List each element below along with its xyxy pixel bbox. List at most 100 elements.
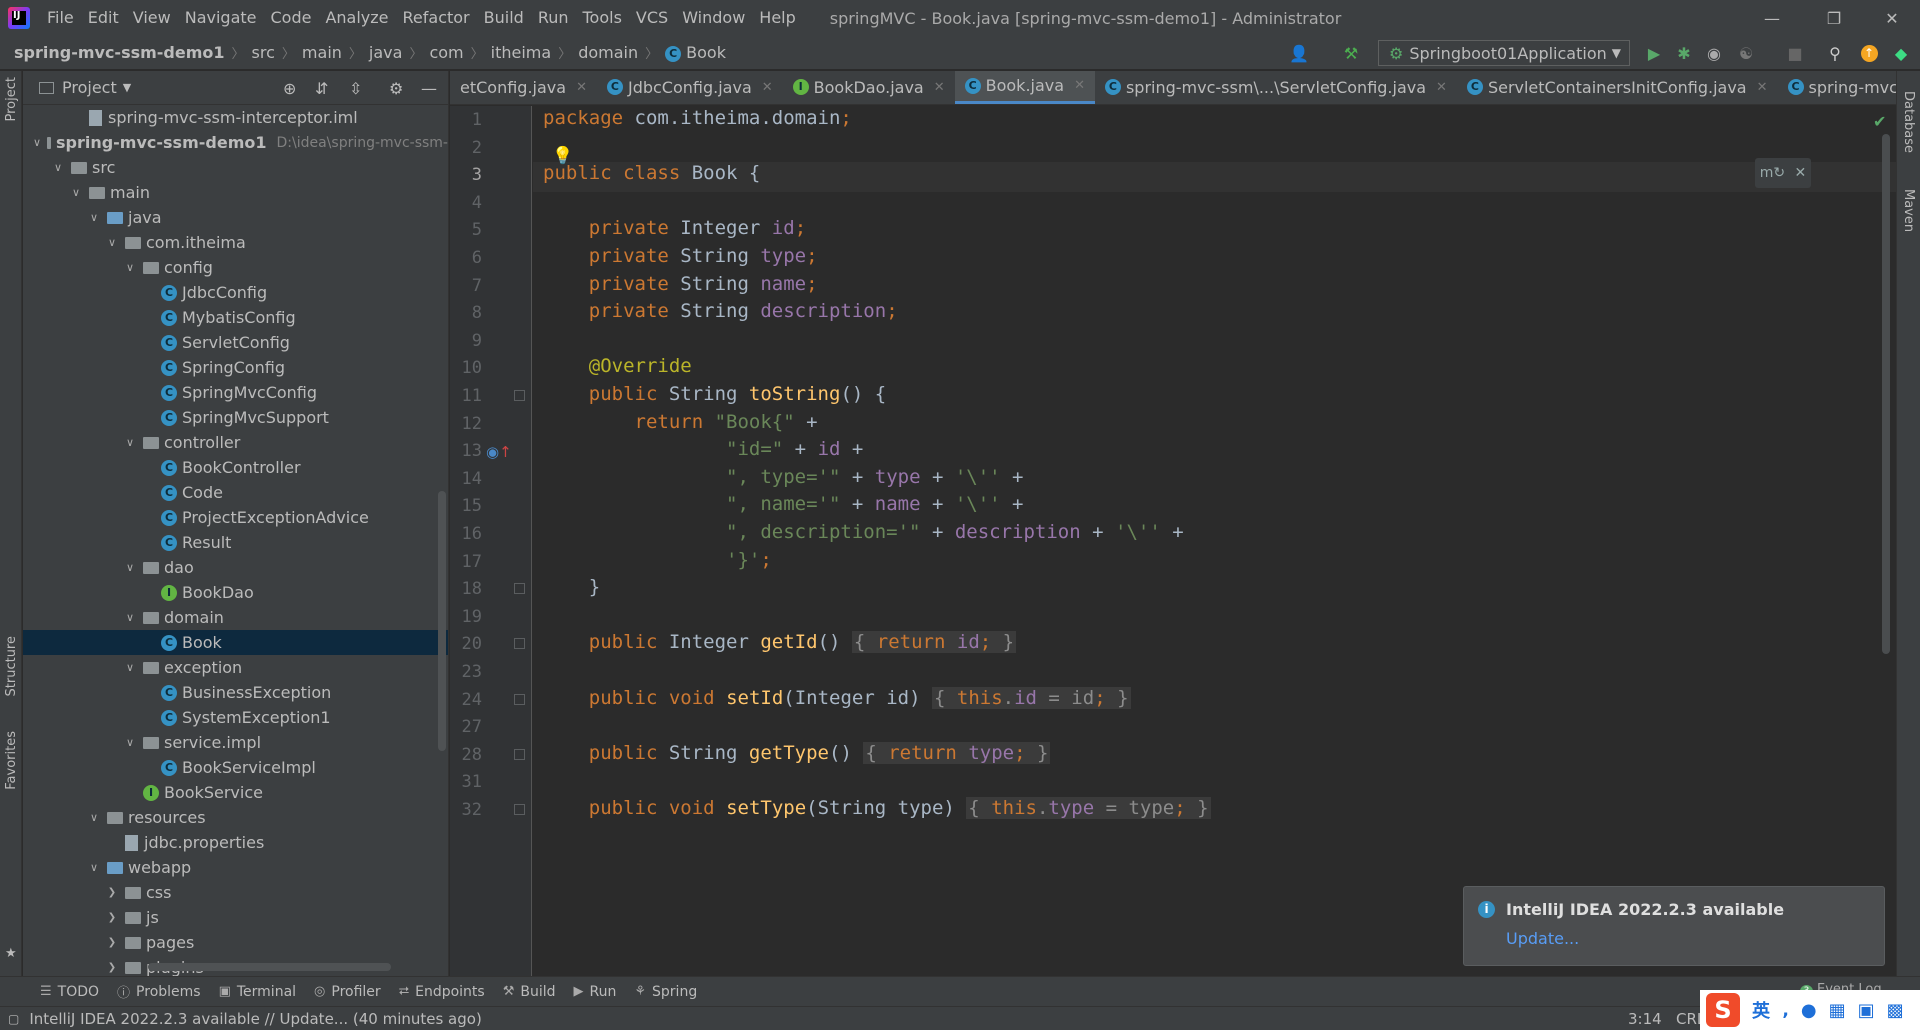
menu-edit[interactable]: Edit	[81, 0, 126, 36]
restore-icon[interactable]: ❐	[1806, 0, 1862, 36]
close-tab-icon[interactable]: ✕	[1757, 80, 1768, 95]
menu-navigate[interactable]: Navigate	[178, 0, 264, 36]
inspection-ok-icon[interactable]: ✔	[1873, 112, 1886, 131]
tree-item[interactable]: C SystemException1	[23, 705, 448, 730]
menu-vcs[interactable]: VCS	[629, 0, 675, 36]
menu-code[interactable]: Code	[264, 0, 319, 36]
override-method-icon[interactable]: ◉↑	[486, 443, 512, 461]
expand-all-icon[interactable]: ⇵	[315, 79, 328, 98]
tree-item[interactable]: ∨ resources	[23, 805, 448, 830]
chevron-down-icon[interactable]: ∨	[123, 436, 137, 449]
close-tab-icon[interactable]: ✕	[934, 80, 945, 95]
editor-tab[interactable]: C Book.java ✕	[954, 71, 1095, 104]
tree-item[interactable]: ∨ domain	[23, 605, 448, 630]
tool-window-profiler[interactable]: ◎ Profiler	[314, 984, 381, 1000]
project-panel-title[interactable]: Project	[62, 78, 117, 97]
tool-window-terminal[interactable]: ▣ Terminal	[219, 984, 296, 1000]
menu-refactor[interactable]: Refactor	[396, 0, 477, 36]
tree-item[interactable]: C MybatisConfig	[23, 305, 448, 330]
tree-item[interactable]: C BookServiceImpl	[23, 755, 448, 780]
close-tab-icon[interactable]: ✕	[1436, 80, 1447, 95]
menu-view[interactable]: View	[126, 0, 178, 36]
keyboard-icon[interactable]: ▦	[1829, 1000, 1846, 1021]
chevron-down-icon[interactable]: ∨	[51, 161, 65, 174]
structure-tool-tab[interactable]: Structure	[4, 636, 19, 696]
tree-item[interactable]: ❯ css	[23, 880, 448, 905]
breadcrumb-item[interactable]: main	[298, 43, 346, 62]
editor-tab[interactable]: C JdbcConfig.java ✕	[597, 71, 783, 104]
editor-tab[interactable]: I BookDao.java ✕	[783, 71, 955, 104]
breadcrumb-item[interactable]: src	[248, 43, 279, 62]
tree-item[interactable]: ∨ webapp	[23, 855, 448, 880]
microphone-icon[interactable]: ●	[1801, 1000, 1817, 1021]
tree-item[interactable]: C SpringMvcConfig	[23, 380, 448, 405]
menu-analyze[interactable]: Analyze	[318, 0, 395, 36]
close-icon[interactable]: ✕	[1795, 165, 1807, 181]
tree-item[interactable]: C BusinessException	[23, 680, 448, 705]
tree-item[interactable]: C SpringConfig	[23, 355, 448, 380]
chevron-right-icon[interactable]: ❯	[105, 887, 119, 898]
close-tab-icon[interactable]: ✕	[576, 80, 587, 95]
close-tab-icon[interactable]: ✕	[1074, 78, 1085, 93]
tree-item[interactable]: ❯ pages	[23, 930, 448, 955]
chevron-right-icon[interactable]: ❯	[105, 962, 119, 973]
editor-tab[interactable]: Cspring-mvc-ssm -inte	[1778, 71, 1896, 104]
cursor-position[interactable]: 3:14	[1628, 1010, 1662, 1028]
menu-build[interactable]: Build	[477, 0, 531, 36]
tree-item[interactable]: spring-mvc-ssm-interceptor.iml	[23, 105, 448, 130]
tree-item[interactable]: C JdbcConfig	[23, 280, 448, 305]
minimize-icon[interactable]: —	[1744, 0, 1800, 36]
breadcrumb-item[interactable]: domain	[574, 43, 642, 62]
fold-marker-icon[interactable]	[514, 638, 525, 650]
tree-item[interactable]: C ProjectExceptionAdvice	[23, 505, 448, 530]
tree-item[interactable]: C Book	[23, 630, 448, 655]
locate-file-icon[interactable]: ⊕	[283, 79, 296, 98]
fold-marker-icon[interactable]	[514, 583, 525, 595]
tree-item[interactable]: C Result	[23, 530, 448, 555]
favorites-tool-tab[interactable]: Favorites	[4, 731, 19, 790]
menu-run[interactable]: Run	[531, 0, 576, 36]
run-icon[interactable]: ▶	[1645, 44, 1663, 63]
tree-item[interactable]: C ServletConfig	[23, 330, 448, 355]
tool-window-todo[interactable]: ☰ TODO	[40, 984, 99, 1000]
tree-item[interactable]: ∨ dao	[23, 555, 448, 580]
fold-marker-icon[interactable]	[514, 693, 525, 705]
coverage-icon[interactable]: ◉	[1705, 44, 1723, 63]
status-text[interactable]: IntelliJ IDEA 2022.2.3 available // Upda…	[29, 1010, 481, 1028]
tool-window-build[interactable]: ⚒ Build	[503, 984, 556, 1000]
tree-item[interactable]: ∨ config	[23, 255, 448, 280]
chevron-down-icon[interactable]: ∨	[87, 861, 101, 874]
tree-item[interactable]: C SpringMvcSupport	[23, 405, 448, 430]
close-tab-icon[interactable]: ✕	[762, 80, 773, 95]
editor-tab[interactable]: etConfig.java ✕	[450, 71, 597, 104]
breadcrumb-item[interactable]: com	[425, 43, 467, 62]
gear-icon[interactable]: ⚙	[389, 79, 403, 98]
chevron-right-icon[interactable]: ❯	[105, 937, 119, 948]
collapse-all-icon[interactable]: ⇳	[349, 79, 362, 98]
chevron-down-icon[interactable]: ∨	[123, 736, 137, 749]
chevron-down-icon[interactable]: ∨	[123, 261, 137, 274]
tree-item[interactable]: ∨ java	[23, 205, 448, 230]
tool-window-spring[interactable]: ⚘ Spring	[634, 984, 697, 1000]
tree-item[interactable]: ∨ service.impl	[23, 730, 448, 755]
jetbrains-toolbox-icon[interactable]: ◆	[1892, 44, 1910, 63]
menu-help[interactable]: Help	[752, 0, 802, 36]
chevron-down-icon[interactable]: ∨	[123, 611, 137, 624]
tree-item[interactable]: jdbc.properties	[23, 830, 448, 855]
editor-tab[interactable]: C ServletContainersInitConfig.java ✕	[1457, 71, 1778, 104]
tree-item[interactable]: ∨ spring-mvc-ssm-demo1 D:\idea\spring-mvc-…	[23, 130, 448, 155]
chevron-down-icon[interactable]: ∨	[87, 811, 101, 824]
tree-item[interactable]: ∨ com.itheima	[23, 230, 448, 255]
chevron-down-icon[interactable]: ▼	[123, 81, 131, 94]
maven-reload-icon[interactable]: m↻	[1760, 165, 1785, 181]
tree-item[interactable]: I BookDao	[23, 580, 448, 605]
ime-language-toggle[interactable]: 英	[1752, 997, 1770, 1023]
chevron-right-icon[interactable]: ❯	[105, 912, 119, 923]
debug-icon[interactable]: ✱	[1675, 44, 1693, 63]
database-tool-tab[interactable]: Database	[1901, 91, 1916, 153]
tree-item[interactable]: C BookController	[23, 455, 448, 480]
breadcrumb-item[interactable]: C Book	[661, 43, 730, 62]
breadcrumb-item[interactable]: itheima	[487, 43, 556, 62]
tree-item[interactable]: ∨ src	[23, 155, 448, 180]
update-link[interactable]: Update...	[1506, 929, 1579, 948]
